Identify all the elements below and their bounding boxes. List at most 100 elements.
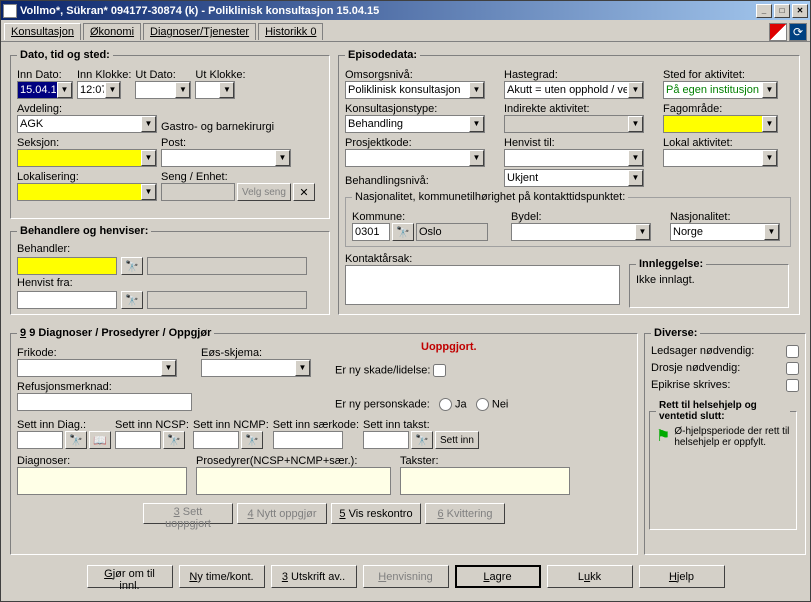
lukk-button[interactable]: Lukk	[547, 565, 633, 588]
diagnoser-label: Diagnoser:	[17, 455, 192, 467]
binoculars-icon: 🔭	[125, 260, 139, 273]
omsorg-dropdown[interactable]: ▼	[469, 82, 484, 98]
sett-diag-search[interactable]: 🔭	[65, 431, 87, 449]
lokal-akt-select[interactable]	[663, 149, 778, 167]
kvittering-button[interactable]: 6 Kvittering	[425, 503, 505, 524]
vis-reskontro-button[interactable]: 5 Vis reskontro	[331, 503, 421, 524]
ny-time-button[interactable]: Ny time/kont.	[179, 565, 265, 588]
ny-skade-checkbox[interactable]	[433, 364, 446, 377]
epikrise-checkbox[interactable]	[786, 379, 799, 392]
prosj-select[interactable]	[345, 149, 485, 167]
haste-select[interactable]	[504, 81, 644, 99]
behandler-name-input[interactable]	[147, 257, 307, 275]
sett-takst-input[interactable]	[363, 431, 409, 449]
flag-icon[interactable]	[769, 23, 787, 41]
nasj-dropdown[interactable]: ▼	[764, 224, 779, 240]
drosje-checkbox[interactable]	[786, 362, 799, 375]
ny-person-nei-radio[interactable]	[476, 398, 489, 411]
sett-ncmp-search[interactable]: 🔭	[241, 431, 263, 449]
bydel-dropdown[interactable]: ▼	[635, 224, 650, 240]
omsorg-select[interactable]	[345, 81, 485, 99]
henvisning-button[interactable]: Henvisning	[363, 565, 449, 588]
kommune-search-button[interactable]: 🔭	[392, 223, 414, 241]
post-select[interactable]	[161, 149, 291, 167]
sted-select[interactable]	[663, 81, 778, 99]
inn-dato-dropdown[interactable]: ▼	[57, 82, 72, 98]
clear-seng-button[interactable]: ✕	[293, 183, 315, 201]
sett-takst-search[interactable]: 🔭	[411, 431, 433, 449]
henvist-til-select[interactable]	[504, 149, 644, 167]
kons-select[interactable]	[345, 115, 485, 133]
haste-dropdown[interactable]: ▼	[628, 82, 643, 98]
tab-historikk[interactable]: Historikk 0	[258, 23, 323, 40]
tab-okonomi[interactable]: Økonomi	[83, 23, 141, 40]
legend-diverse: Diverse:	[651, 327, 700, 339]
diagnoser-list[interactable]	[17, 467, 187, 495]
fag-dropdown[interactable]: ▼	[762, 116, 777, 132]
indir-dropdown[interactable]: ▼	[628, 116, 643, 132]
sted-label: Sted for aktivitet:	[663, 69, 778, 81]
avdeling-select[interactable]	[17, 115, 157, 133]
indir-select[interactable]	[504, 115, 644, 133]
sted-dropdown[interactable]: ▼	[762, 82, 777, 98]
ny-person-ja-radio[interactable]	[439, 398, 452, 411]
henvist-til-dropdown[interactable]: ▼	[628, 150, 643, 166]
fag-label: Fagområde:	[663, 103, 778, 115]
kons-dropdown[interactable]: ▼	[469, 116, 484, 132]
henvist-fra-name-input[interactable]	[147, 291, 307, 309]
avdeling-desc: Gastro- og barnekirurgi	[161, 121, 274, 133]
behnivaa-select[interactable]	[504, 169, 644, 187]
ut-klokke-dropdown[interactable]: ▼	[219, 82, 234, 98]
henvist-fra-label: Henvist fra:	[17, 277, 323, 289]
velg-seng-button[interactable]: Velg seng	[237, 183, 291, 201]
kontakt-textarea[interactable]	[345, 265, 620, 305]
lokalisering-dropdown[interactable]: ▼	[141, 184, 156, 200]
lokal-akt-dropdown[interactable]: ▼	[762, 150, 777, 166]
behandler-search-button[interactable]: 🔭	[121, 257, 143, 275]
seksjon-select[interactable]	[17, 149, 157, 167]
maximize-button[interactable]: □	[774, 4, 790, 18]
avdeling-dropdown[interactable]: ▼	[141, 116, 156, 132]
fag-select[interactable]	[663, 115, 778, 133]
takster-list[interactable]	[400, 467, 570, 495]
behandler-code-input[interactable]	[17, 257, 117, 275]
minimize-button[interactable]: _	[756, 4, 772, 18]
nytt-oppgjor-button[interactable]: 4 Nytt oppgjør	[237, 503, 327, 524]
prosedyrer-list[interactable]	[196, 467, 391, 495]
henvist-fra-code-input[interactable]	[17, 291, 117, 309]
tab-diagnoser[interactable]: Diagnoser/Tjenester	[143, 23, 256, 40]
sett-ncsp-input[interactable]	[115, 431, 161, 449]
lagre-button[interactable]: Lagre	[455, 565, 541, 588]
ref-input[interactable]	[17, 393, 192, 411]
lokalisering-select[interactable]	[17, 183, 157, 201]
frikode-select[interactable]	[17, 359, 177, 377]
sett-ncsp-search[interactable]: 🔭	[163, 431, 185, 449]
ut-dato-dropdown[interactable]: ▼	[175, 82, 190, 98]
close-button[interactable]: ✕	[792, 4, 808, 18]
sett-inn-button[interactable]: Sett inn	[435, 431, 479, 449]
prosj-dropdown[interactable]: ▼	[469, 150, 484, 166]
tab-konsultasjon[interactable]: Konsultasjon	[4, 23, 81, 40]
seng-input[interactable]	[161, 183, 235, 201]
sett-uoppgjort-button[interactable]: 3 3 Sett uoppgjortSett uoppgjort	[143, 503, 233, 524]
sett-ncmp-input[interactable]	[193, 431, 239, 449]
henvist-fra-search-button[interactable]: 🔭	[121, 291, 143, 309]
ledsager-checkbox[interactable]	[786, 345, 799, 358]
inn-klokke-dropdown[interactable]: ▼	[105, 82, 120, 98]
tab-bar: Konsultasjon Økonomi Diagnoser/Tjenester…	[1, 20, 810, 42]
hjelp-button[interactable]: Hjelp	[639, 565, 725, 588]
gjor-om-button[interactable]: Gjør om til innl.	[87, 565, 173, 588]
frikode-dropdown[interactable]: ▼	[161, 360, 176, 376]
refresh-icon[interactable]: ⟳	[789, 23, 807, 41]
sett-saer-input[interactable]	[273, 431, 343, 449]
sett-diag-input[interactable]	[17, 431, 63, 449]
sett-diag-book[interactable]: 📖	[89, 431, 111, 449]
kommune-code-input[interactable]	[352, 223, 390, 241]
seksjon-dropdown[interactable]: ▼	[141, 150, 156, 166]
behnivaa-dropdown[interactable]: ▼	[628, 170, 643, 186]
utskrift-button[interactable]: 3 Utskrift av..	[271, 565, 357, 588]
bydel-select[interactable]	[511, 223, 651, 241]
post-dropdown[interactable]: ▼	[275, 150, 290, 166]
eos-dropdown[interactable]: ▼	[295, 360, 310, 376]
window-title: Vollmo*, Sükran* 094177-30874 (k) - Poli…	[20, 5, 756, 17]
